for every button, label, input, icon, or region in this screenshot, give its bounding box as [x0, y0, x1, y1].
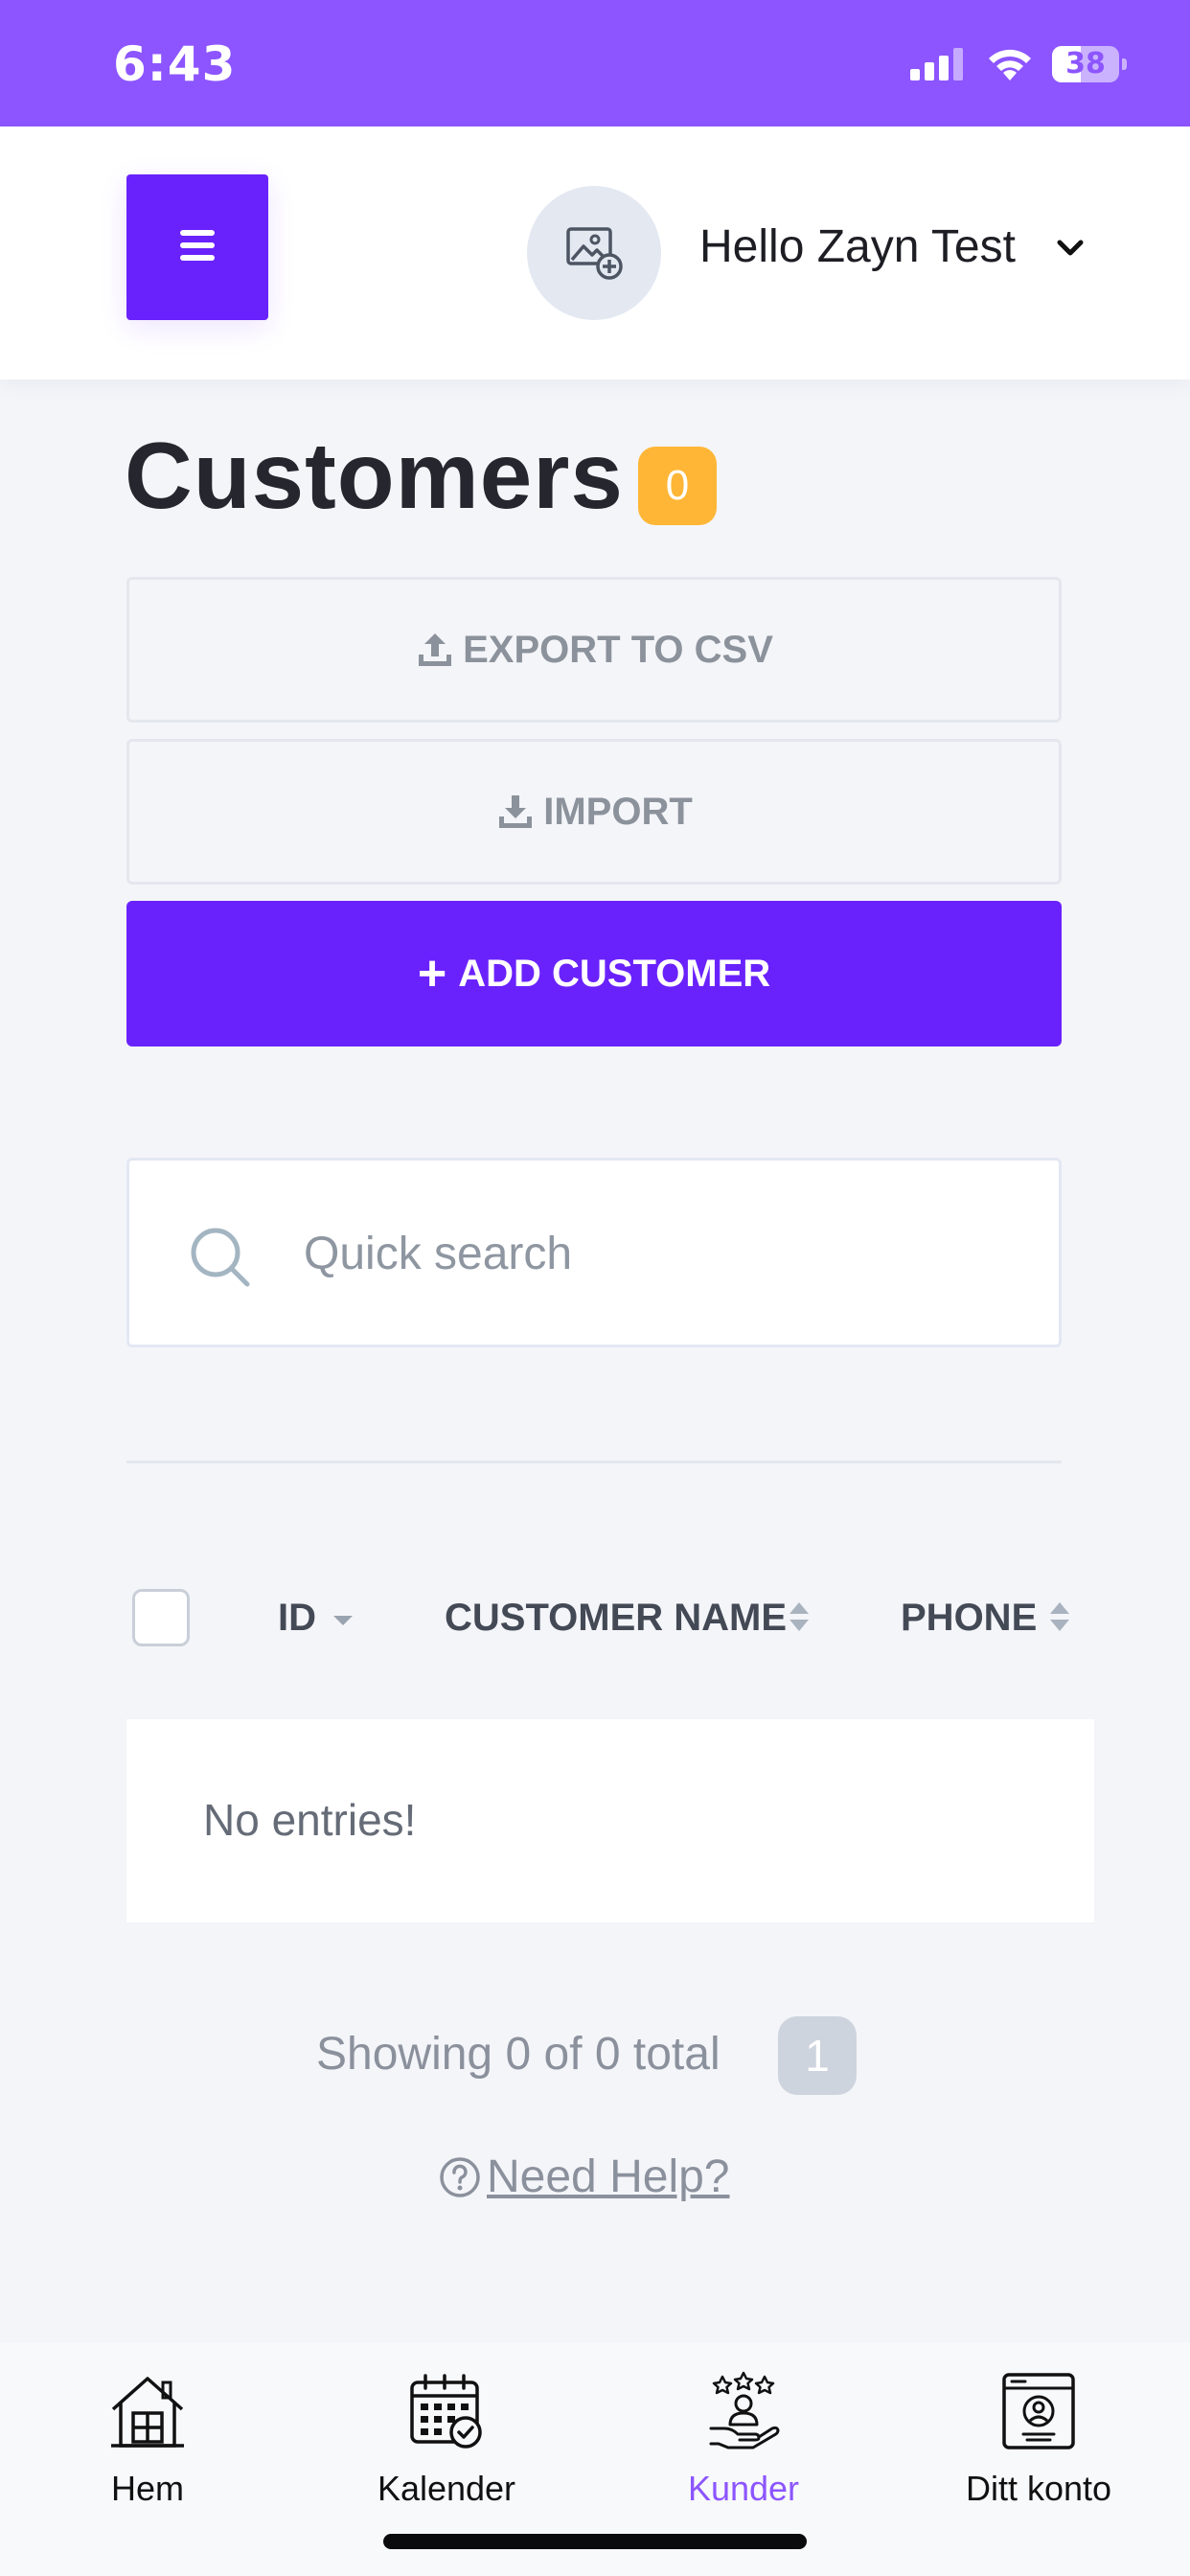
column-header-id[interactable]: ID: [278, 1597, 316, 1640]
app-header: Hello Zayn Test: [0, 126, 1190, 380]
question-circle-icon: [440, 2156, 480, 2197]
sort-icon[interactable]: [788, 1600, 811, 1633]
search-input[interactable]: [304, 1210, 1013, 1297]
add-customer-label: ADD CUSTOMER: [458, 952, 771, 995]
sort-icon[interactable]: [1048, 1600, 1071, 1633]
export-csv-button[interactable]: EXPORT TO CSV: [126, 577, 1062, 723]
home-indicator: [383, 2534, 807, 2549]
tab-kalender[interactable]: Kalender: [322, 2371, 571, 2509]
add-customer-button[interactable]: + ADD CUSTOMER: [126, 901, 1062, 1046]
column-header-customer-name[interactable]: CUSTOMER NAME: [445, 1597, 787, 1640]
battery-percent: 38: [1065, 47, 1106, 80]
import-label: IMPORT: [543, 790, 693, 833]
hamburger-icon: [180, 230, 215, 261]
search-icon: [191, 1228, 250, 1287]
account-card-icon: [1002, 2373, 1075, 2450]
divider: [126, 1460, 1062, 1463]
tab-hem[interactable]: Hem: [23, 2371, 272, 2509]
chevron-down-icon[interactable]: [1056, 238, 1085, 259]
page-title: Customers: [125, 423, 624, 528]
table-empty-row: No entries!: [126, 1719, 1094, 1922]
table-header: ID CUSTOMER NAME PHONE: [126, 1581, 1094, 1654]
battery-indicator: 38: [1052, 46, 1127, 82]
column-header-phone[interactable]: PHONE: [901, 1597, 1037, 1640]
export-csv-label: EXPORT TO CSV: [463, 628, 773, 671]
avatar[interactable]: [527, 186, 661, 320]
page-number-button[interactable]: 1: [778, 2016, 857, 2095]
user-greeting[interactable]: Hello Zayn Test: [699, 220, 1016, 273]
add-image-icon: [566, 227, 623, 280]
tab-kunder[interactable]: Kunder: [619, 2371, 868, 2509]
status-time: 6:43: [113, 36, 237, 92]
sort-down-icon[interactable]: [332, 1614, 355, 1627]
tab-label-kunder: Kunder: [687, 2469, 800, 2508]
customers-icon: [709, 2371, 780, 2450]
upload-icon: [419, 633, 452, 666]
tab-label-hem: Hem: [110, 2469, 184, 2508]
signal-icon: [910, 48, 963, 80]
calendar-icon: [410, 2374, 482, 2449]
empty-message: No entries!: [203, 1795, 417, 1845]
tab-ditt-konto[interactable]: Ditt konto: [914, 2371, 1163, 2509]
customer-count-badge: 0: [638, 447, 717, 525]
need-help-link[interactable]: Need Help?: [439, 2150, 730, 2203]
need-help-label: Need Help?: [487, 2151, 730, 2202]
menu-button[interactable]: [126, 174, 268, 320]
plus-icon: +: [417, 946, 447, 1001]
status-bar: 6:43 38: [0, 0, 1190, 126]
search-box: [126, 1158, 1062, 1347]
tab-label-kalender: Kalender: [377, 2469, 516, 2508]
tab-label-ditt-konto: Ditt konto: [965, 2469, 1112, 2508]
select-all-checkbox[interactable]: [132, 1589, 190, 1646]
wifi-icon: [989, 49, 1031, 80]
import-button[interactable]: IMPORT: [126, 739, 1062, 885]
house-icon: [111, 2377, 184, 2448]
pagination-summary: Showing 0 of 0 total: [316, 2029, 721, 2080]
download-icon: [499, 795, 533, 828]
